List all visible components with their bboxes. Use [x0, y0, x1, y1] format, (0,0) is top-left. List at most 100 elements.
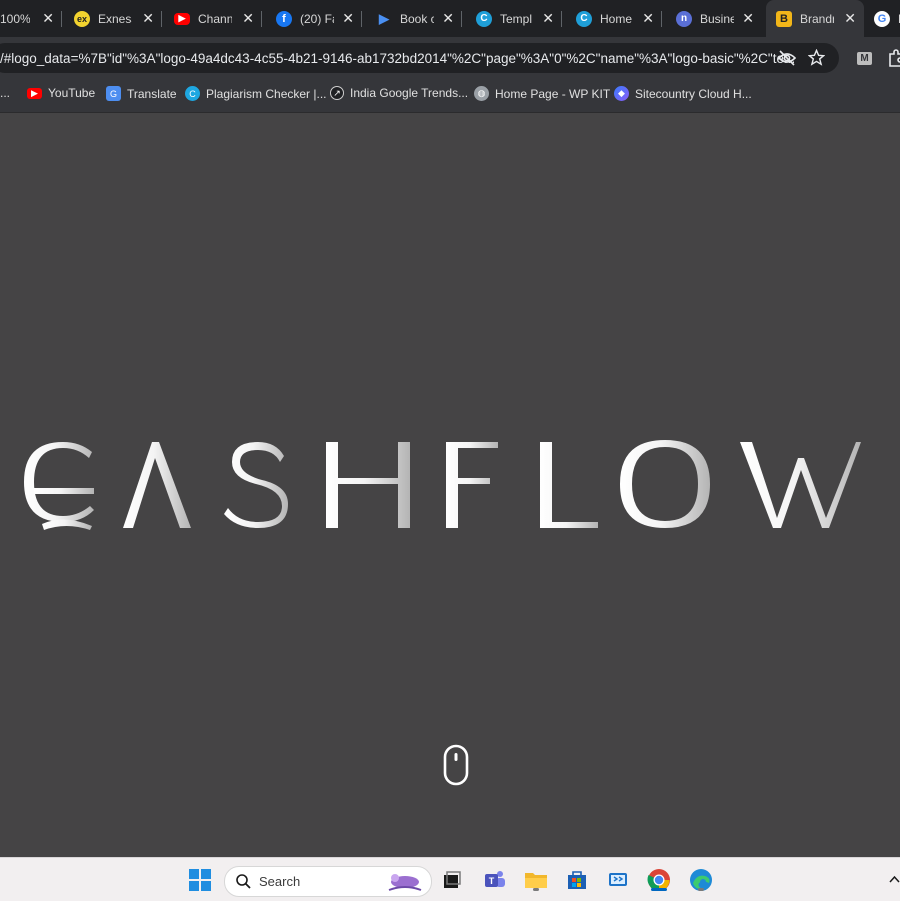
running-indicator — [533, 888, 539, 891]
logo-letter-a — [123, 442, 191, 528]
tab-8-active[interactable]: B Brandr ✕ — [766, 0, 864, 37]
close-icon[interactable]: ✕ — [642, 10, 654, 27]
tab-title: (20) Fa — [300, 11, 334, 26]
logo-letter-w — [740, 442, 861, 528]
bookmark-label: YouTube — [48, 86, 96, 100]
chrome-button[interactable] — [646, 867, 672, 893]
canva-icon: C — [576, 10, 592, 27]
close-icon[interactable]: ✕ — [442, 10, 454, 27]
tab-7[interactable]: n Busine ✕ — [662, 0, 762, 37]
close-icon[interactable]: ✕ — [844, 10, 856, 27]
task-view-button[interactable] — [439, 867, 465, 893]
taskbar-search[interactable]: Search — [224, 866, 432, 897]
plagiarism-icon: C — [185, 86, 200, 101]
close-icon[interactable]: ✕ — [142, 10, 154, 27]
extension-m-icon[interactable]: M — [857, 52, 872, 65]
tab-1[interactable]: ex Exness ✕ — [62, 0, 162, 37]
logo-letter-h — [326, 442, 410, 528]
youtube-icon: ▶ — [27, 87, 42, 99]
bookmark-label: Sitecountry Cloud H... — [635, 86, 752, 101]
remote-desktop-button[interactable] — [605, 867, 631, 893]
windows-start-icon — [189, 869, 211, 891]
file-explorer-button[interactable] — [523, 867, 549, 893]
sitecountry-icon: ◆ — [614, 86, 629, 101]
tab-title: Templ — [500, 11, 533, 26]
extension-label: M — [860, 53, 869, 64]
logo-letter-o — [620, 440, 710, 528]
tab-title: Channel — [198, 11, 232, 26]
microsoft-store-icon — [568, 871, 586, 889]
bookmark-star-icon[interactable] — [808, 49, 825, 66]
task-view-icon — [444, 871, 461, 888]
tab-strip: 100% F ✕ ex Exness ✕ ▶ Channel ✕ f (20) … — [0, 0, 900, 37]
play-books-icon: ▶ — [379, 10, 389, 26]
tab-title: Busine — [700, 11, 734, 26]
bookmark-wp-kit[interactable]: ◍ Home Page - WP KIT — [474, 86, 610, 101]
brandr-icon: B — [776, 10, 792, 27]
teams-button[interactable]: T — [482, 867, 508, 893]
tab-title: Book c — [400, 11, 434, 26]
close-icon[interactable]: ✕ — [242, 10, 254, 27]
globe-icon: ◍ — [474, 86, 489, 101]
url-text: /#logo_data=%7B"id"%3A"logo-49a4dc43-4c5… — [0, 51, 796, 66]
tab-9[interactable]: G P — [864, 0, 900, 37]
bookmark-translate[interactable]: G Translate — [106, 86, 177, 101]
mouse-scroll-icon — [443, 744, 469, 786]
windows-taskbar: Search T — [0, 857, 900, 901]
running-indicator-active — [651, 888, 667, 891]
search-highlight-illustration — [388, 874, 422, 891]
address-bar[interactable]: /#logo_data=%7B"id"%3A"logo-49a4dc43-4c5… — [0, 43, 839, 73]
facebook-icon: f — [276, 10, 292, 27]
bookmark-plagiarism-checker[interactable]: C Plagiarism Checker |... — [185, 86, 327, 101]
bookmark-label: ... — [0, 86, 11, 100]
tab-title: 100% F — [0, 11, 30, 26]
extensions-puzzle-icon[interactable] — [888, 49, 900, 67]
svg-text:T: T — [489, 876, 495, 886]
bookmark-truncated[interactable]: ... — [0, 86, 10, 100]
logo-swash-tail — [42, 519, 92, 530]
microsoft-store-button[interactable] — [564, 867, 590, 893]
tab-2[interactable]: ▶ Channel ✕ — [162, 0, 262, 37]
close-icon[interactable]: ✕ — [542, 10, 554, 27]
canva-icon: C — [476, 10, 492, 27]
bookmark-youtube[interactable]: ▶ YouTube — [27, 86, 95, 100]
tab-5[interactable]: C Templ ✕ — [462, 0, 562, 37]
close-icon[interactable]: ✕ — [42, 10, 54, 27]
bookmark-label: Plagiarism Checker |... — [206, 86, 327, 101]
logo-letter-l — [540, 442, 598, 528]
browser-toolbar: /#logo_data=%7B"id"%3A"logo-49a4dc43-4c5… — [0, 37, 900, 78]
tab-6[interactable]: C Home ✕ — [562, 0, 662, 37]
chevron-up-icon[interactable] — [889, 875, 900, 883]
google-icon: G — [874, 10, 890, 27]
logo-letter-s — [224, 442, 288, 528]
close-icon[interactable]: ✕ — [342, 10, 354, 27]
bookmark-label: Translate — [127, 86, 177, 101]
logo-letter-f — [446, 442, 498, 528]
start-button[interactable] — [187, 867, 213, 893]
tab-3[interactable]: f (20) Fa ✕ — [262, 0, 362, 37]
tab-title: Exness — [98, 11, 132, 26]
teams-icon: T — [485, 871, 505, 887]
search-icon — [236, 874, 251, 889]
trends-icon: ↗ — [330, 86, 344, 100]
tab-title: Brandr — [800, 11, 834, 26]
running-indicator — [698, 888, 704, 891]
logo-swash — [34, 488, 94, 494]
bookmark-sitecountry[interactable]: ◆ Sitecountry Cloud H... — [614, 86, 752, 101]
bookmarks-bar: ... ▶ YouTube G Translate C Plagiarism C… — [0, 78, 900, 113]
n-icon: n — [676, 10, 692, 27]
edge-button[interactable] — [688, 867, 714, 893]
youtube-icon: ▶ — [174, 12, 190, 25]
cashflow-logo — [24, 440, 861, 530]
bookmark-label: Home Page - WP KIT — [495, 86, 611, 101]
bookmark-label: India Google Trends... — [350, 86, 469, 100]
eye-slash-icon[interactable] — [778, 50, 796, 66]
tab-0[interactable]: 100% F ✕ — [0, 0, 62, 37]
tab-4[interactable]: ▶ Book c ✕ — [362, 0, 462, 37]
translate-icon: G — [106, 86, 121, 101]
bookmark-google-trends[interactable]: ↗ India Google Trends... — [330, 86, 468, 100]
logo-letter-c — [24, 442, 94, 522]
exness-icon: ex — [74, 10, 90, 27]
remote-desktop-icon — [609, 873, 627, 886]
close-icon[interactable]: ✕ — [742, 10, 754, 27]
